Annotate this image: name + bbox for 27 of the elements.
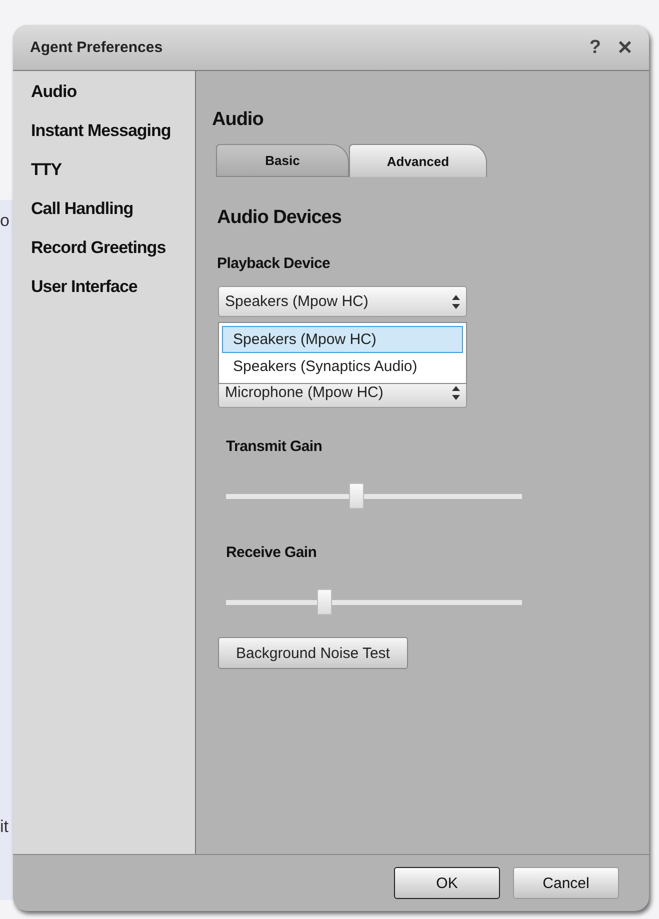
help-button[interactable]: ? [589,36,601,58]
sidebar-item[interactable]: User Interface [31,277,195,297]
ok-button[interactable]: OK [394,867,500,899]
slider-thumb[interactable] [349,483,364,509]
tab[interactable]: Advanced [349,144,487,177]
close-button[interactable]: ✕ [617,36,633,60]
dropdown-option[interactable]: Speakers (Mpow HC) [222,326,463,353]
sidebar-item[interactable]: Record Greetings [31,238,195,258]
cancel-button[interactable]: Cancel [513,867,619,899]
sidebar-item[interactable]: TTY [31,160,195,180]
noise-test-button[interactable]: Background Noise Test [218,637,408,669]
sort-arrows-icon [452,294,460,308]
background-text: it [0,817,8,837]
slider-label: Receive Gain [226,544,318,561]
section-title: Audio Devices [217,207,342,229]
field-label: Playback Device [217,255,332,272]
sidebar-item[interactable]: Call Handling [31,199,195,219]
window-title: Agent Preferences [30,39,164,56]
sidebar-item[interactable]: Instant Messaging [31,121,195,141]
sort-arrows-icon [452,386,460,400]
background-text: o [0,211,10,231]
slider-label: Transmit Gain [226,438,324,455]
playback-dropdown[interactable]: Speakers (Mpow HC) [218,286,467,317]
sidebar-item[interactable]: Audio [31,82,195,102]
panel-heading: Audio [212,109,264,131]
tab[interactable]: Basic [216,144,349,177]
slider-thumb[interactable] [316,589,332,615]
